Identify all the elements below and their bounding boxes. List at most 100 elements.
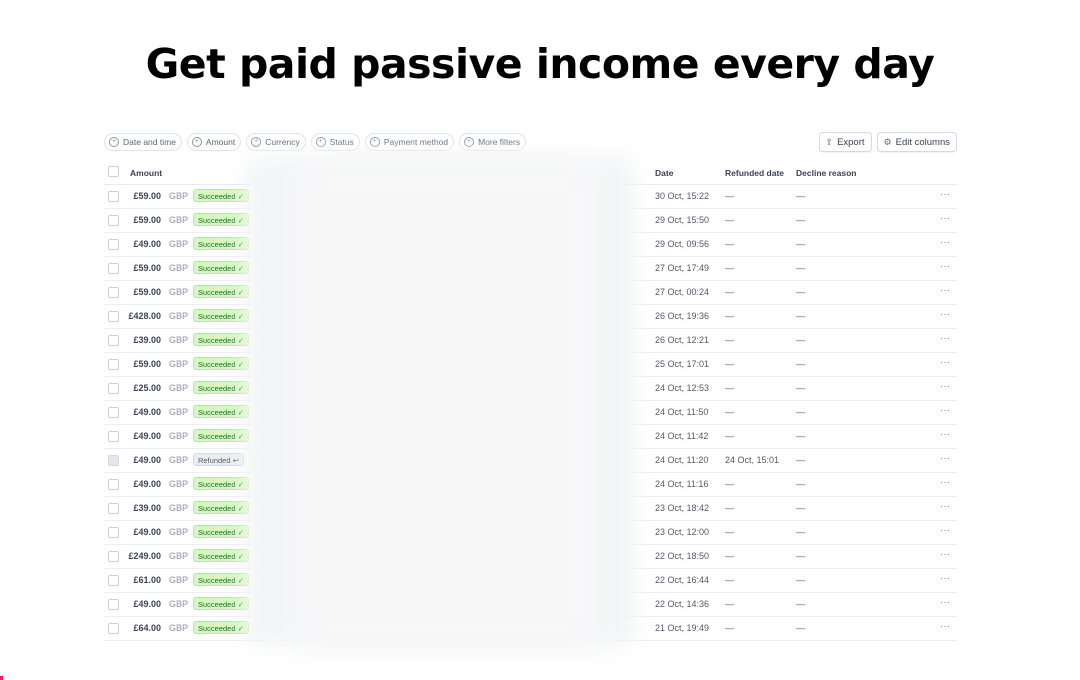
status-label: Succeeded <box>198 600 236 609</box>
refunded-date-cell: — <box>725 263 734 273</box>
row-checkbox[interactable] <box>108 431 119 442</box>
more-options-icon[interactable]: ··· <box>940 429 951 439</box>
row-checkbox[interactable] <box>108 455 119 466</box>
currency-cell: GBP <box>169 551 189 561</box>
status-badge: Succeeded ✓ <box>193 477 249 490</box>
date-cell: 24 Oct, 11:16 <box>655 479 709 489</box>
column-date: Date <box>655 168 674 178</box>
amount-cell: £49.00 <box>133 455 161 465</box>
status-badge: Refunded ↩ <box>193 453 244 466</box>
check-icon: ✓ <box>237 384 244 393</box>
check-icon: ✓ <box>237 312 244 321</box>
more-options-icon[interactable]: ··· <box>940 333 951 343</box>
export-button[interactable]: ⇪ Export <box>818 132 872 152</box>
row-checkbox[interactable] <box>108 191 119 202</box>
more-options-icon[interactable]: ··· <box>940 261 951 271</box>
decline-reason-cell: — <box>796 503 805 513</box>
filter-label: Currency <box>265 137 300 147</box>
currency-cell: GBP <box>169 239 189 249</box>
more-options-icon[interactable]: ··· <box>940 525 951 535</box>
row-checkbox[interactable] <box>108 503 119 514</box>
refunded-date-cell: — <box>725 215 734 225</box>
date-cell: 23 Oct, 12:00 <box>655 527 710 537</box>
amount-cell: £39.00 <box>133 335 161 345</box>
filter-status[interactable]: + Status <box>310 133 360 151</box>
more-options-icon[interactable]: ··· <box>940 381 951 391</box>
refunded-date-cell: — <box>725 599 734 609</box>
row-checkbox[interactable] <box>108 287 119 298</box>
currency-cell: GBP <box>169 335 189 345</box>
decline-reason-cell: — <box>796 431 805 441</box>
row-checkbox[interactable] <box>108 311 119 322</box>
more-options-icon[interactable]: ··· <box>940 285 951 295</box>
more-options-icon[interactable]: ··· <box>940 477 951 487</box>
currency-cell: GBP <box>169 311 189 321</box>
check-icon: ✓ <box>237 288 244 297</box>
check-icon: ✓ <box>237 432 244 441</box>
status-label: Succeeded <box>198 264 236 273</box>
status-badge: Succeeded ✓ <box>193 333 249 346</box>
more-options-icon[interactable]: ··· <box>940 453 951 463</box>
more-options-icon[interactable]: ··· <box>940 405 951 415</box>
more-options-icon[interactable]: ··· <box>940 357 951 367</box>
check-icon: ✓ <box>237 264 244 273</box>
row-checkbox[interactable] <box>108 263 119 274</box>
edit-columns-button[interactable]: ⚙ Edit columns <box>876 132 957 152</box>
row-checkbox[interactable] <box>108 239 119 250</box>
status-label: Succeeded <box>198 552 236 561</box>
filter-payment-method[interactable]: + Payment method <box>364 133 455 151</box>
more-options-icon[interactable]: ··· <box>940 213 951 223</box>
row-checkbox[interactable] <box>108 575 119 586</box>
row-checkbox[interactable] <box>108 623 119 634</box>
date-cell: 25 Oct, 17:01 <box>655 359 710 369</box>
decline-reason-cell: — <box>796 287 805 297</box>
amount-cell: £59.00 <box>133 215 161 225</box>
corner-mark <box>0 676 3 680</box>
plus-circle-icon: + <box>369 137 380 147</box>
plus-circle-icon: + <box>464 137 475 147</box>
row-checkbox[interactable] <box>108 335 119 346</box>
status-label: Succeeded <box>198 576 236 585</box>
more-options-icon[interactable]: ··· <box>940 573 951 583</box>
row-checkbox[interactable] <box>108 551 119 562</box>
decline-reason-cell: — <box>796 239 805 249</box>
filter-date-and-time[interactable]: + Date and time <box>104 133 182 151</box>
more-options-icon[interactable]: ··· <box>940 549 951 559</box>
more-options-icon[interactable]: ··· <box>940 597 951 607</box>
row-checkbox[interactable] <box>108 599 119 610</box>
more-options-icon[interactable]: ··· <box>940 237 951 247</box>
date-cell: 24 Oct, 11:42 <box>655 431 709 441</box>
filter-more[interactable]: + More filters <box>459 133 527 151</box>
more-options-icon[interactable]: ··· <box>940 189 951 199</box>
refunded-date-cell: — <box>725 383 734 393</box>
filter-currency[interactable]: + Currency <box>246 133 306 151</box>
select-all-checkbox[interactable] <box>108 166 119 177</box>
row-checkbox[interactable] <box>108 383 119 394</box>
row-checkbox[interactable] <box>108 479 119 490</box>
filter-label: Status <box>329 137 354 147</box>
amount-cell: £59.00 <box>133 287 161 297</box>
check-icon: ✓ <box>237 504 244 513</box>
status-label: Succeeded <box>198 504 236 513</box>
status-label: Succeeded <box>198 360 236 369</box>
decline-reason-cell: — <box>796 263 805 273</box>
amount-cell: £59.00 <box>133 359 161 369</box>
filter-amount[interactable]: + Amount <box>186 133 242 151</box>
row-checkbox[interactable] <box>108 359 119 370</box>
date-cell: 22 Oct, 18:50 <box>655 551 710 561</box>
more-options-icon[interactable]: ··· <box>940 621 951 631</box>
check-icon: ✓ <box>237 576 244 585</box>
more-options-icon[interactable]: ··· <box>940 501 951 511</box>
more-options-icon[interactable]: ··· <box>940 309 951 319</box>
row-checkbox[interactable] <box>108 527 119 538</box>
status-label: Succeeded <box>198 384 236 393</box>
decline-reason-cell: — <box>796 623 805 633</box>
check-icon: ✓ <box>237 624 244 633</box>
column-decline-reason: Decline reason <box>796 168 857 178</box>
row-checkbox[interactable] <box>108 407 119 418</box>
status-badge: Succeeded ✓ <box>193 597 249 610</box>
check-icon: ✓ <box>237 192 244 201</box>
row-checkbox[interactable] <box>108 215 119 226</box>
column-amount: Amount <box>130 168 163 178</box>
refunded-date-cell: — <box>725 311 734 321</box>
